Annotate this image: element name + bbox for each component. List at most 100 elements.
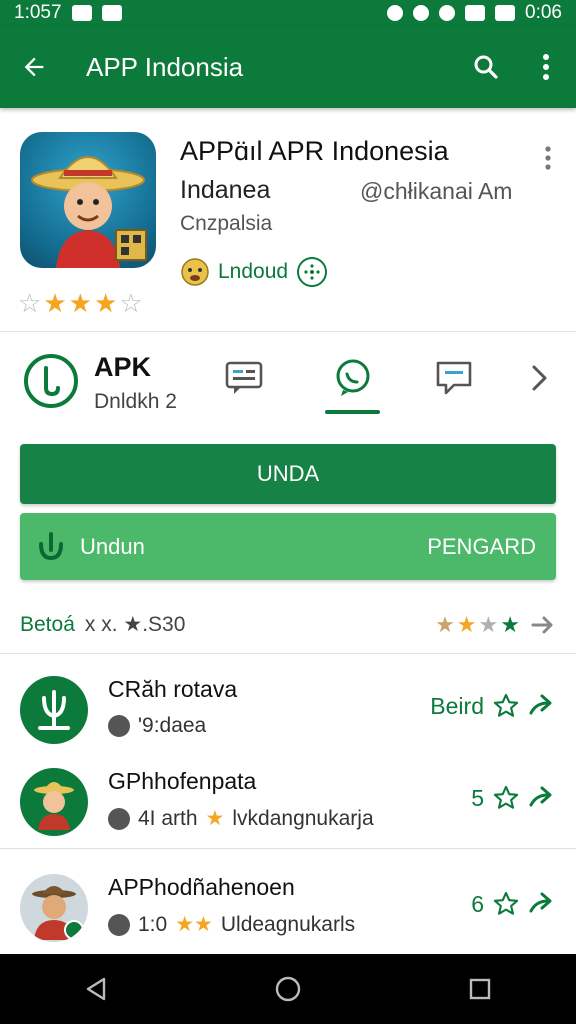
secondary-download-button[interactable]: Undun PENGARD: [20, 513, 556, 580]
item-meta-prefix: 4I arth: [138, 806, 198, 830]
star-outline-icon: [493, 891, 519, 915]
star-icon: ★: [435, 611, 455, 637]
list-item[interactable]: APPhodñahenoen 1:0 ★★ Uldeagnukarls 6: [0, 862, 576, 952]
header-more-button[interactable]: [536, 138, 560, 178]
item-rating: 6: [471, 890, 556, 918]
circle-home-icon: [275, 976, 301, 1002]
person-hat-icon: [34, 782, 74, 830]
tab-next-button[interactable]: [520, 350, 560, 406]
star-icon: ★: [205, 807, 225, 830]
avatar: [20, 768, 88, 836]
system-nav-bar: [0, 954, 576, 1024]
download-icon: [39, 531, 63, 560]
status-bar: 1:057 0:06: [0, 0, 576, 26]
signal-icon: [465, 5, 486, 21]
item-meta: '9:daea: [108, 714, 206, 738]
share-arrow-icon[interactable]: [528, 693, 556, 719]
more-options-button[interactable]: [516, 26, 576, 108]
tab-info[interactable]: [216, 350, 272, 406]
rating-row[interactable]: Betoá x x. ★.S30 ★ ★ ★ ★: [0, 596, 576, 654]
secondary-button-label: Undun: [80, 533, 145, 559]
notification-icon: [101, 5, 122, 21]
app-category: Cnzpalsia: [180, 212, 273, 235]
back-button[interactable]: [0, 26, 68, 108]
globe-icon: [108, 715, 130, 737]
star-icon: ★: [456, 611, 477, 637]
secondary-button-action: PENGARD: [427, 533, 536, 559]
star-empty-icon: ☆: [18, 288, 42, 318]
item-name: APPhodñahenoen: [108, 874, 295, 900]
globe-icon: [108, 913, 130, 936]
tab-reviews[interactable]: [426, 350, 482, 406]
rating-label: Betoá: [20, 612, 75, 636]
star-icon: ★: [478, 611, 499, 637]
item-meta-text: '9:daea: [138, 714, 207, 737]
apk-logo: [24, 354, 78, 408]
item-meta-text: lvkdangnukarja: [232, 806, 374, 830]
apk-title: APK: [94, 352, 152, 382]
install-circle-icon: [297, 257, 328, 287]
item-rating-value: Beird: [430, 692, 484, 719]
list-item[interactable]: GPhhofenpata 4I arth ★ lvkdangnukarja 5: [0, 756, 576, 846]
status-time-right: 0:06: [525, 2, 562, 23]
item-rating: 5: [471, 784, 556, 812]
item-meta: 4I arth ★ lvkdangnukarja: [108, 806, 374, 831]
comment-icon: [436, 361, 472, 395]
item-meta: 1:0 ★★ Uldeagnukarls: [108, 912, 355, 937]
app-rating-stars: ☆ ★ ★ ★ ☆: [18, 288, 143, 319]
avatar: [20, 874, 88, 942]
app-bar: APP Indonsia: [0, 26, 576, 108]
triangle-back-icon: [86, 977, 106, 1001]
bluetooth-icon: [387, 5, 404, 21]
tab-messages[interactable]: [325, 350, 381, 406]
item-rating-value: 5: [471, 784, 484, 811]
badge-label: Lndoud: [218, 260, 289, 283]
person-hat-icon: [32, 886, 84, 940]
app-developer[interactable]: Indanea: [180, 176, 270, 205]
item-meta-prefix: 1:0: [138, 912, 168, 936]
app-bar-title: APP Indonsia: [86, 51, 244, 82]
nav-recents-button[interactable]: [445, 954, 515, 1024]
search-button[interactable]: [456, 26, 516, 108]
app-badge[interactable]: Lndoud: [180, 256, 328, 288]
search-icon: [474, 55, 498, 79]
item-rating: Beird: [430, 692, 556, 720]
notification-icon: [71, 5, 92, 21]
arrow-left-icon: [24, 57, 44, 77]
wifi-icon: [439, 5, 456, 21]
star-outline-icon: [493, 693, 519, 717]
more-vert-icon: [543, 54, 549, 80]
nav-back-button[interactable]: [61, 954, 131, 1024]
app-header: ☆ ★ ★ ★ ☆ APPɑ̈ıl APR Indonesia Indanea …: [0, 108, 576, 332]
square-recents-icon: [469, 978, 491, 1000]
rating-extra: x x. ★.S30: [84, 613, 186, 636]
alarm-icon: [413, 5, 430, 21]
star-icon: ★: [93, 288, 118, 318]
list-item[interactable]: CRăh rotava '9:daea Beird: [0, 664, 576, 754]
avatar: [20, 676, 88, 744]
chat-card-icon: [225, 361, 263, 394]
item-name: GPhhofenpata: [108, 768, 257, 794]
app-name: APPɑ̈ıl APR Indonesia: [180, 136, 449, 166]
apk-subtitle: Dnldkh 2: [94, 390, 177, 413]
share-arrow-icon[interactable]: [528, 785, 556, 811]
star-icon: ★: [68, 288, 92, 318]
star-empty-icon: ☆: [119, 288, 143, 318]
app-handle: @chłikanai Am: [360, 178, 513, 204]
mascot-icon: [31, 156, 147, 268]
emoji-icon: [181, 258, 209, 286]
share-arrow-icon[interactable]: [528, 891, 556, 917]
primary-download-button[interactable]: UNDA: [20, 444, 556, 504]
globe-icon: [108, 807, 130, 830]
app-icon[interactable]: [20, 132, 156, 268]
nav-home-button[interactable]: [253, 954, 323, 1024]
whatsapp-icon: [336, 359, 370, 396]
rating-stars: ★ ★ ★ ★: [435, 612, 520, 638]
star-outline-icon: [493, 785, 519, 809]
arrow-right-icon: [530, 612, 556, 638]
star-icon: ★: [500, 611, 520, 637]
trident-icon: [38, 690, 70, 730]
battery-icon: [495, 5, 516, 21]
star-icon: ★★: [175, 913, 213, 936]
star-icon: ★: [43, 288, 67, 318]
